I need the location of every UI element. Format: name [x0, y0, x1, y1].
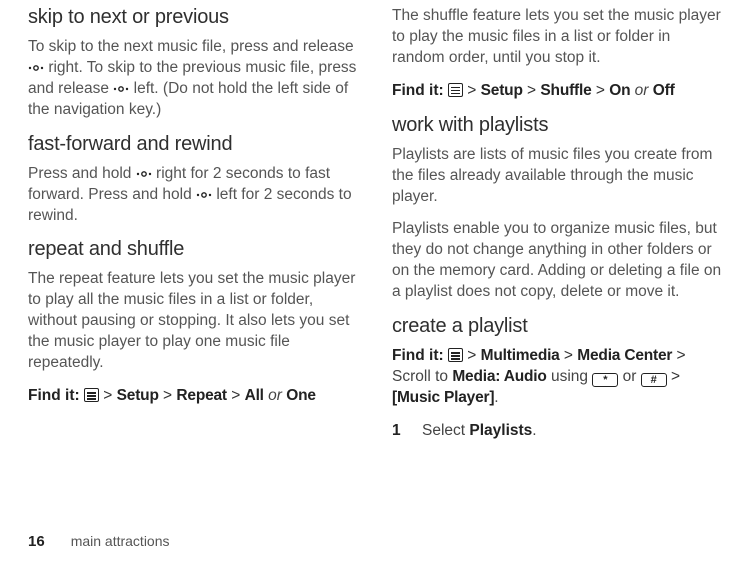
heading-repeat-shuffle: repeat and shuffle — [28, 238, 360, 261]
star-key-icon: * — [592, 373, 618, 387]
nav-key-icon — [136, 168, 152, 180]
findit-label: Find it: — [392, 82, 444, 99]
separator-gt: > — [671, 368, 680, 385]
separator-gt: > — [467, 82, 476, 99]
or-text: or — [635, 82, 649, 99]
para-playlists-2: Playlists enable you to organize music f… — [392, 219, 724, 303]
heading-work-playlists: work with playlists — [392, 114, 724, 137]
page-number: 16 — [28, 533, 45, 550]
menu-path-item: Setup — [481, 82, 523, 99]
separator-gt: > — [596, 82, 605, 99]
section-name: main attractions — [71, 533, 170, 549]
menu-path-item: Multimedia — [481, 347, 560, 364]
para-repeat: The repeat feature lets you set the musi… — [28, 269, 360, 374]
para-skip: To skip to the next music file, press an… — [28, 37, 360, 121]
separator-gt: > — [103, 387, 112, 404]
separator-gt: > — [467, 347, 476, 364]
or-text: or — [623, 368, 641, 385]
hash-key-icon: # — [641, 373, 667, 387]
text: Press and hold — [28, 165, 136, 182]
menu-key-icon — [448, 83, 463, 97]
heading-ffrw: fast-forward and rewind — [28, 133, 360, 156]
separator-gt: > — [677, 347, 686, 364]
nav-key-icon — [196, 189, 212, 201]
findit-shuffle: Find it: > Setup > Shuffle > On or Off — [392, 81, 724, 102]
heading-skip: skip to next or previous — [28, 6, 360, 29]
text: Select — [422, 422, 469, 439]
heading-create-playlist: create a playlist — [392, 315, 724, 338]
separator-gt: > — [163, 387, 172, 404]
menu-path-item: Media: Audio — [452, 368, 546, 385]
text: Scroll to — [392, 368, 452, 385]
nav-key-icon — [113, 83, 129, 95]
menu-key-icon — [84, 388, 99, 402]
menu-path-item: Playlists — [469, 422, 532, 439]
findit-create-playlist: Find it: > Multimedia > Media Center > S… — [392, 346, 724, 409]
nav-key-icon — [28, 62, 44, 74]
menu-path-item: Off — [653, 82, 675, 99]
menu-path-item: [Music Player] — [392, 389, 494, 406]
right-column: The shuffle feature lets you set the mus… — [392, 6, 724, 450]
findit-label: Find it: — [392, 347, 444, 364]
menu-path-item: One — [286, 387, 316, 404]
text: . — [532, 422, 536, 439]
text: using — [551, 368, 592, 385]
menu-path-item: On — [609, 82, 630, 99]
left-column: skip to next or previous To skip to the … — [28, 6, 360, 450]
step-1: 1 Select Playlists. — [392, 421, 724, 442]
menu-path-item: Setup — [117, 387, 159, 404]
menu-path-item: Media Center — [577, 347, 672, 364]
step-number: 1 — [392, 421, 408, 442]
step-text: Select Playlists. — [422, 421, 537, 442]
separator-gt: > — [231, 387, 240, 404]
para-playlists-1: Playlists are lists of music files you c… — [392, 145, 724, 208]
para-ffrw: Press and hold right for 2 seconds to fa… — [28, 164, 360, 227]
or-text: or — [268, 387, 282, 404]
text: To skip to the next music file, press an… — [28, 38, 354, 55]
menu-key-icon — [448, 348, 463, 362]
menu-path-item: All — [245, 387, 264, 404]
separator-gt: > — [564, 347, 573, 364]
findit-label: Find it: — [28, 387, 80, 404]
menu-path-item: Shuffle — [540, 82, 591, 99]
para-shuffle: The shuffle feature lets you set the mus… — [392, 6, 724, 69]
page-footer: 16 main attractions — [28, 533, 170, 550]
findit-repeat: Find it: > Setup > Repeat > All or One — [28, 386, 360, 407]
separator-gt: > — [527, 82, 536, 99]
menu-path-item: Repeat — [176, 387, 226, 404]
